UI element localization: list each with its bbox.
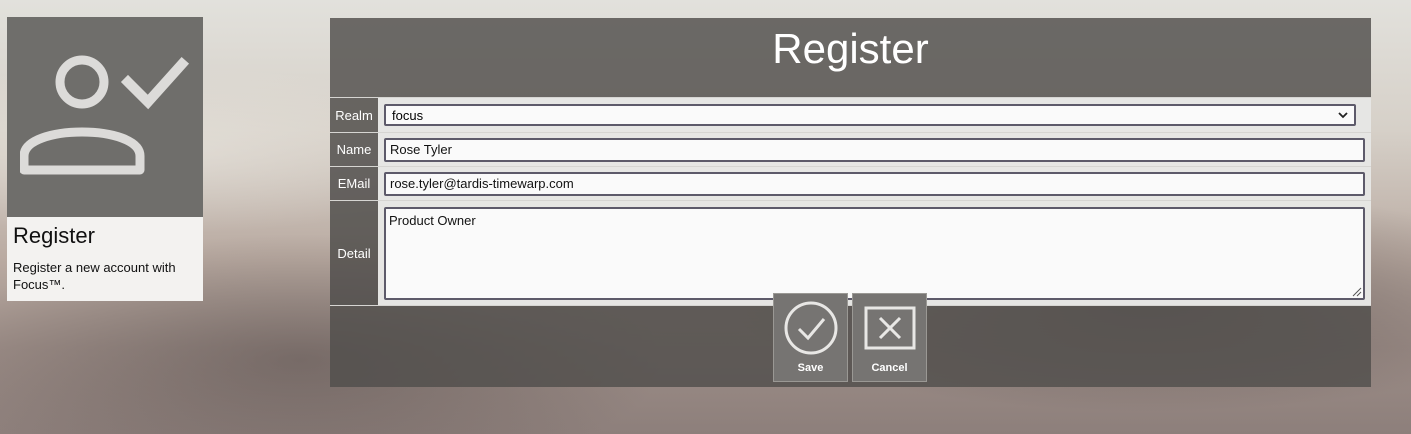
- save-button[interactable]: Save: [773, 293, 848, 382]
- cancel-button[interactable]: Cancel: [852, 293, 927, 382]
- name-field[interactable]: [384, 137, 1365, 162]
- name-label: Name: [330, 133, 378, 166]
- detail-row: Detail Product Owner: [330, 200, 1371, 306]
- resize-grip-icon[interactable]: [1352, 287, 1362, 297]
- realm-select[interactable]: focus: [384, 104, 1356, 126]
- register-form: Register Realm focus Name EMail: [330, 18, 1371, 387]
- card-media: [7, 17, 203, 217]
- realm-value: focus: [392, 107, 424, 123]
- detail-textarea[interactable]: Product Owner: [384, 206, 1365, 300]
- form-actions: Save Cancel: [773, 293, 927, 382]
- email-row: EMail: [330, 166, 1371, 200]
- realm-label: Realm: [330, 98, 378, 132]
- x-box-icon: [864, 306, 915, 350]
- check-circle-icon: [784, 301, 837, 355]
- user-check-icon: [20, 55, 190, 175]
- name-row: Name: [330, 132, 1371, 166]
- email-field[interactable]: [384, 171, 1365, 196]
- save-label: Save: [797, 362, 824, 374]
- detail-label: Detail: [330, 201, 378, 305]
- form-rows: Realm focus Name EMail Det: [330, 97, 1371, 306]
- card-title: Register: [13, 223, 95, 248]
- info-card: Register Register a new account with Foc…: [7, 17, 203, 301]
- realm-row: Realm focus: [330, 97, 1371, 132]
- email-label: EMail: [330, 167, 378, 200]
- chevron-down-icon: [1338, 112, 1348, 119]
- form-title: Register: [772, 25, 929, 72]
- card-body: Register Register a new account with Foc…: [7, 217, 203, 301]
- card-description: Register a new account with Focus™.: [13, 260, 176, 292]
- cancel-label: Cancel: [871, 362, 908, 374]
